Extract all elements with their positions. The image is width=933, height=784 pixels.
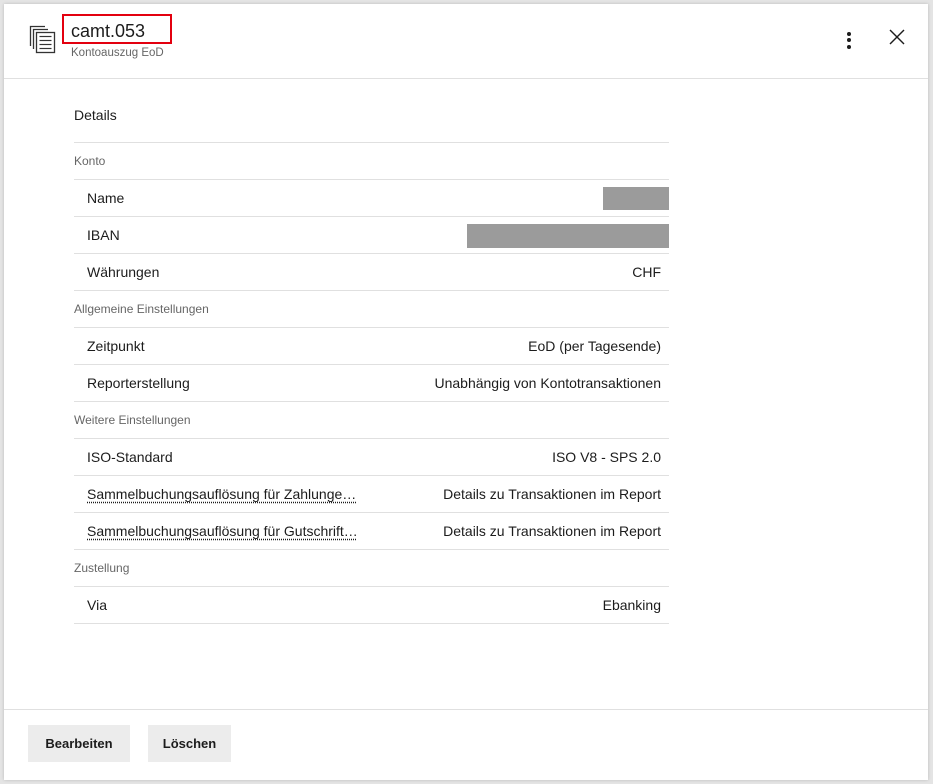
row-label: Reporterstellung: [87, 375, 190, 391]
row-label: Name: [87, 190, 125, 206]
row-sammelbuchung-gutschriften: Sammelbuchungsauflösung für Gutschrift… …: [74, 513, 669, 550]
row-value: EoD (per Tagesende): [528, 338, 661, 354]
row-iban: IBAN: [74, 217, 669, 254]
row-sammelbuchung-zahlungen: Sammelbuchungsauflösung für Zahlunge… De…: [74, 476, 669, 513]
section-title-allgemeine-einstellungen: Allgemeine Einstellungen: [74, 291, 669, 328]
section-title-konto: Konto: [74, 143, 669, 180]
dialog-header: camt.053 Kontoauszug EoD: [4, 4, 928, 79]
row-label-tooltip[interactable]: Sammelbuchungsauflösung für Zahlunge…: [87, 486, 356, 502]
row-reporterstellung: Reporterstellung Unabhängig von Kontotra…: [74, 365, 669, 402]
more-vertical-icon: [847, 31, 851, 49]
details-heading: Details: [74, 79, 669, 143]
row-label: Zeitpunkt: [87, 338, 145, 354]
row-label: IBAN: [87, 227, 120, 243]
row-iso-standard: ISO-Standard ISO V8 - SPS 2.0: [74, 439, 669, 476]
close-button[interactable]: [885, 27, 909, 51]
row-value: Details zu Transaktionen im Report: [443, 523, 661, 539]
row-label-tooltip[interactable]: Sammelbuchungsauflösung für Gutschrift…: [87, 523, 358, 539]
more-options-button[interactable]: [837, 28, 861, 52]
edit-button[interactable]: Bearbeiten: [28, 725, 130, 762]
row-value: CHF: [632, 264, 661, 280]
section-title-weitere-einstellungen: Weitere Einstellungen: [74, 402, 669, 439]
row-via: Via Ebanking: [74, 587, 669, 624]
dialog-subtitle: Kontoauszug EoD: [71, 47, 164, 59]
row-value: Details zu Transaktionen im Report: [443, 486, 661, 502]
redacted-iban-value: [467, 224, 669, 248]
row-waehrungen: Währungen CHF: [74, 254, 669, 291]
row-zeitpunkt: Zeitpunkt EoD (per Tagesende): [74, 328, 669, 365]
row-label: Währungen: [87, 264, 160, 280]
row-name: Name: [74, 180, 669, 217]
details-list: Details Konto Name IBAN Währungen CHF Al…: [74, 79, 669, 624]
row-value: ISO V8 - SPS 2.0: [552, 449, 661, 465]
row-value: Unabhängig von Kontotransaktionen: [434, 375, 661, 391]
row-value: Ebanking: [602, 597, 661, 613]
row-label: ISO-Standard: [87, 449, 173, 465]
document-stack-icon: [28, 24, 58, 54]
row-label: Via: [87, 597, 107, 613]
detail-dialog: camt.053 Kontoauszug EoD Details Konto N…: [4, 4, 928, 780]
close-icon: [889, 29, 905, 50]
redacted-name-value: [603, 187, 669, 210]
dialog-title: camt.053: [71, 21, 146, 41]
delete-button[interactable]: Löschen: [148, 725, 231, 762]
section-title-zustellung: Zustellung: [74, 550, 669, 587]
dialog-footer: Bearbeiten Löschen: [4, 709, 928, 781]
